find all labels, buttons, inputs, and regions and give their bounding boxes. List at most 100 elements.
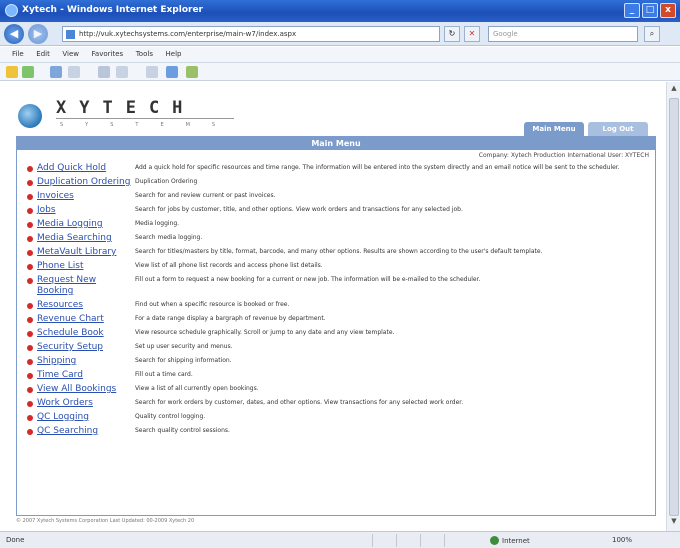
address-field[interactable]: http://vuk.xytechsystems.com/enterprise/… — [62, 26, 440, 42]
menu-link[interactable]: Duplication Ordering — [37, 177, 135, 188]
refresh-icon[interactable]: ↻ — [444, 26, 460, 42]
help-icon[interactable] — [166, 66, 178, 78]
tab-main-menu[interactable]: Main Menu — [524, 122, 584, 136]
menu-description: Fill out a form to request a new booking… — [135, 276, 481, 283]
menu-row: Invoices Search for and review current or… — [21, 191, 651, 202]
menu-link[interactable]: View All Bookings — [37, 384, 135, 395]
maximize-button[interactable]: □ — [642, 3, 658, 18]
menu-description: Search for titles/masters by title, form… — [135, 248, 543, 255]
menu-link[interactable]: Resources — [37, 300, 135, 311]
vertical-scrollbar[interactable]: ▲ ▼ — [666, 82, 680, 531]
menu-description: Find out when a specific resource is boo… — [135, 301, 290, 308]
menu-favorites[interactable]: Favorites — [87, 47, 129, 58]
window-title: Xytech - Windows Internet Explorer — [22, 5, 203, 15]
menu-file[interactable]: File — [0, 47, 29, 58]
menu-description: View list of all phone list records and … — [135, 262, 323, 269]
favorites-toolbar — [0, 63, 680, 81]
menu-description: Search for and review current or past in… — [135, 192, 276, 199]
menu-row: Add Quick Hold Add a quick hold for speci… — [21, 163, 651, 174]
search-placeholder: Google — [493, 30, 518, 38]
menu-help[interactable]: Help — [161, 47, 187, 58]
menu-row: Phone List View list of all phone list re… — [21, 261, 651, 272]
forward-button[interactable]: ▶ — [28, 24, 48, 44]
menu-row: Jobs Search for jobs by customer, title, … — [21, 205, 651, 216]
menu-row: Time Card Fill out a time card. — [21, 370, 651, 381]
page-viewport: XYTECH SYSTEMS Main Menu Log Out Main Me… — [0, 82, 666, 531]
bullet-icon — [27, 387, 33, 393]
back-button[interactable]: ◀ — [4, 24, 24, 44]
menu-link[interactable]: Time Card — [37, 370, 135, 381]
status-text: Done — [6, 536, 25, 544]
status-segment — [372, 534, 394, 547]
menu-description: Fill out a time card. — [135, 371, 193, 378]
menu-link[interactable]: Revenue Chart — [37, 314, 135, 325]
scroll-down-icon[interactable]: ▼ — [669, 517, 679, 529]
menu-row: View All Bookings View a list of all curr… — [21, 384, 651, 395]
menu-row: Work Orders Search for work orders by cus… — [21, 398, 651, 409]
bullet-icon — [27, 401, 33, 407]
bullet-icon — [27, 303, 33, 309]
menu-view[interactable]: View — [57, 47, 84, 58]
bullet-icon — [27, 317, 33, 323]
menu-row: Request New Booking Fill out a form to re… — [21, 275, 651, 297]
favorites-star-icon[interactable] — [6, 66, 18, 78]
bullet-icon — [27, 278, 33, 284]
menu-link[interactable]: QC Logging — [37, 412, 135, 423]
bullet-icon — [27, 429, 33, 435]
stop-icon[interactable]: ✕ — [464, 26, 480, 42]
minimize-button[interactable]: _ — [624, 3, 640, 18]
menu-link[interactable]: Schedule Book — [37, 328, 135, 339]
menu-link[interactable]: Work Orders — [37, 398, 135, 409]
menu-edit[interactable]: Edit — [31, 47, 55, 58]
menu-link[interactable]: Phone List — [37, 261, 135, 272]
print-icon[interactable] — [98, 66, 110, 78]
menu-link[interactable]: Media Searching — [37, 233, 135, 244]
menu-link[interactable]: QC Searching — [37, 426, 135, 437]
menu-tools[interactable]: Tools — [131, 47, 158, 58]
status-segment — [444, 534, 466, 547]
menu-link[interactable]: Shipping — [37, 356, 135, 367]
menu-description: Add a quick hold for specific resources … — [135, 164, 620, 171]
menu-link[interactable]: Security Setup — [37, 342, 135, 353]
xytech-logo-icon — [18, 104, 42, 128]
menu-row: QC Logging Quality control logging. — [21, 412, 651, 423]
menu-link[interactable]: Invoices — [37, 191, 135, 202]
browser-menubar: File Edit View Favorites Tools Help — [0, 47, 680, 63]
menu-link[interactable]: Media Logging — [37, 219, 135, 230]
page-menu-icon[interactable] — [116, 66, 128, 78]
search-icon[interactable]: ⌕ — [644, 26, 660, 42]
bullet-icon — [27, 264, 33, 270]
menu-link[interactable]: Jobs — [37, 205, 135, 216]
menu-description: View a list of all currently open bookin… — [135, 385, 259, 392]
menu-description: Search quality control sessions. — [135, 427, 230, 434]
tab-log-out[interactable]: Log Out — [588, 122, 648, 136]
bullet-icon — [27, 345, 33, 351]
menu-row: Revenue Chart For a date range display a … — [21, 314, 651, 325]
bullet-icon — [27, 331, 33, 337]
bullet-icon — [27, 415, 33, 421]
menu-row: Schedule Book View resource schedule grap… — [21, 328, 651, 339]
page-icon — [66, 30, 75, 39]
internet-globe-icon — [490, 536, 499, 545]
menu-description: Quality control logging. — [135, 413, 206, 420]
menu-link[interactable]: Add Quick Hold — [37, 163, 135, 174]
research-icon[interactable] — [186, 66, 198, 78]
window-titlebar: Xytech - Windows Internet Explorer _ □ x — [0, 0, 680, 22]
bullet-icon — [27, 166, 33, 172]
bullet-icon — [27, 180, 33, 186]
tools-menu-icon[interactable] — [146, 66, 158, 78]
feeds-icon[interactable] — [68, 66, 80, 78]
zoom-level[interactable]: 100% — [612, 536, 632, 544]
close-button[interactable]: x — [660, 3, 676, 18]
add-favorites-icon[interactable] — [22, 66, 34, 78]
menu-description: Search for work orders by customer, date… — [135, 399, 464, 406]
menu-link[interactable]: Request New Booking — [37, 275, 135, 297]
menu-link[interactable]: MetaVault Library — [37, 247, 135, 258]
search-input[interactable]: Google — [488, 26, 638, 42]
menu-row: Media Logging Media logging. — [21, 219, 651, 230]
scroll-thumb[interactable] — [669, 98, 679, 516]
scroll-up-icon[interactable]: ▲ — [669, 84, 679, 96]
menu-description: Search for jobs by customer, title, and … — [135, 206, 463, 213]
main-menu-panel: Main Menu Company: Xytech Production Int… — [16, 136, 656, 516]
home-icon[interactable] — [50, 66, 62, 78]
